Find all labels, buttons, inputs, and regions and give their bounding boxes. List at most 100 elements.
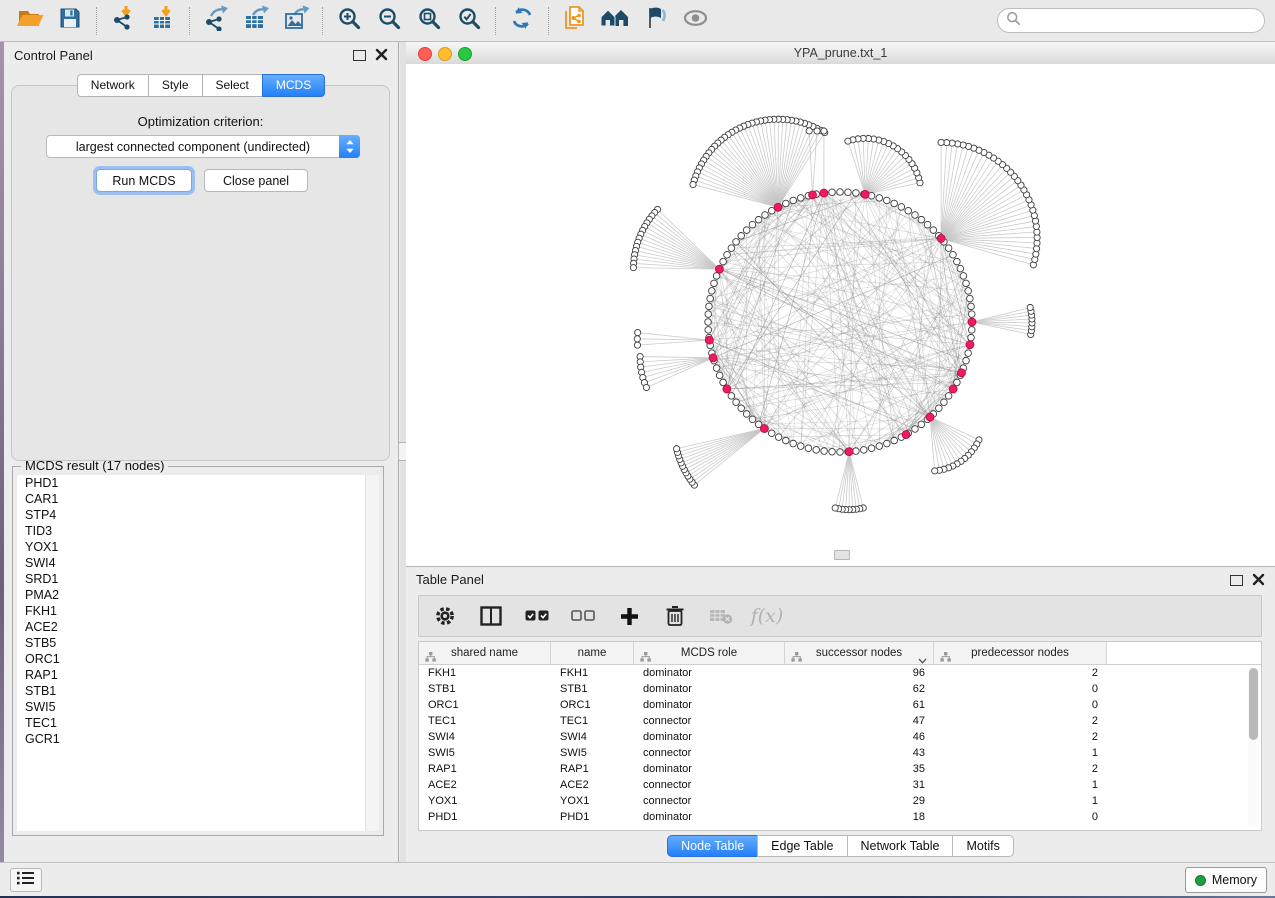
table-scrollbar[interactable] [1248, 666, 1259, 826]
table-scrollbar-thumb[interactable] [1249, 668, 1258, 740]
table-cell: TEC1 [419, 713, 551, 729]
mcds-result-item[interactable]: GCR1 [17, 731, 379, 747]
select-all-icon[interactable] [525, 603, 549, 629]
open-file-button[interactable] [10, 4, 50, 38]
mcds-result-item[interactable]: ACE2 [17, 619, 379, 635]
close-panel-icon[interactable] [1252, 573, 1265, 586]
mcds-result-item[interactable]: RAP1 [17, 667, 379, 683]
run-mcds-button[interactable]: Run MCDS [96, 169, 192, 192]
node-table-header: shared name name MCDS role successor nod… [419, 642, 1261, 665]
network-graph[interactable] [406, 64, 1275, 566]
float-panel-icon[interactable] [1230, 575, 1243, 586]
float-panel-icon[interactable] [353, 50, 366, 61]
tab-node-table[interactable]: Node Table [667, 835, 758, 857]
hide-flag-button[interactable] [635, 4, 675, 38]
zoom-in-button[interactable] [329, 4, 369, 38]
mcds-result-item[interactable]: TEC1 [17, 715, 379, 731]
mcds-result-item[interactable]: SWI4 [17, 555, 379, 571]
toolbar-separator [548, 7, 549, 35]
task-history-button[interactable] [10, 868, 42, 892]
table-row[interactable]: TEC1TEC1connector472 [419, 713, 1261, 729]
table-row[interactable]: FKH1FKH1dominator962 [419, 665, 1261, 681]
mcds-result-item[interactable]: STB1 [17, 683, 379, 699]
table-row[interactable]: PHD1PHD1dominator180 [419, 809, 1261, 825]
search-field[interactable] [997, 8, 1265, 33]
export-table-button[interactable] [236, 4, 276, 38]
memory-button[interactable]: Memory [1185, 867, 1267, 893]
mcds-result-item[interactable]: PMA2 [17, 587, 379, 603]
mcds-result-item[interactable]: YOX1 [17, 539, 379, 555]
column-header-predecessor-nodes[interactable]: predecessor nodes [934, 642, 1107, 664]
table-row[interactable]: ORC1ORC1dominator610 [419, 697, 1261, 713]
table-cell: connector [634, 745, 785, 761]
clone-network-button[interactable] [555, 4, 595, 38]
column-header-shared-name[interactable]: shared name [419, 642, 551, 664]
mcds-result-item[interactable]: PHD1 [17, 475, 379, 491]
table-cell: 43 [785, 745, 934, 761]
mcds-result-item[interactable]: CAR1 [17, 491, 379, 507]
control-panel-tabs: Network Style Select MCDS [4, 74, 398, 97]
mcds-result-item[interactable]: SRD1 [17, 571, 379, 587]
shared-column-icon [425, 648, 436, 670]
table-cell: 29 [785, 793, 934, 809]
tab-edge-table[interactable]: Edge Table [757, 835, 847, 857]
column-header-name[interactable]: name [551, 642, 634, 664]
table-row[interactable]: ACE2ACE2connector311 [419, 777, 1261, 793]
table-cell: 2 [934, 761, 1107, 777]
network-view-window: YPA_prune.txt_1 [406, 42, 1275, 566]
network-canvas[interactable] [406, 64, 1275, 566]
network-overview-button[interactable] [595, 4, 635, 38]
tab-style[interactable]: Style [148, 74, 203, 97]
close-panel-icon[interactable] [375, 48, 388, 61]
tab-motifs[interactable]: Motifs [952, 835, 1013, 857]
export-network-button[interactable] [196, 4, 236, 38]
table-row[interactable]: STB1STB1dominator620 [419, 681, 1261, 697]
table-row[interactable]: YOX1YOX1connector291 [419, 793, 1261, 809]
table-panel-header: Table Panel [406, 567, 1275, 591]
status-bar: Memory [0, 862, 1275, 896]
toolbar-separator [495, 7, 496, 35]
optimization-criterion-select[interactable]: largest connected component (undirected) [46, 135, 360, 158]
import-network-icon [110, 5, 136, 36]
tab-network[interactable]: Network [77, 74, 149, 97]
tab-network-table[interactable]: Network Table [847, 835, 954, 857]
mcds-result-item[interactable]: SWI5 [17, 699, 379, 715]
mcds-result-item[interactable]: STB5 [17, 635, 379, 651]
gear-icon[interactable] [433, 603, 457, 629]
mcds-result-item[interactable]: ORC1 [17, 651, 379, 667]
mcds-result-item[interactable]: TID3 [17, 523, 379, 539]
import-table-button[interactable] [143, 4, 183, 38]
columns-icon[interactable] [479, 603, 503, 629]
column-header-mcds-role[interactable]: MCDS role [634, 642, 785, 664]
close-panel-button[interactable]: Close panel [204, 169, 308, 192]
mcds-result-item[interactable]: STP4 [17, 507, 379, 523]
table-cell: 96 [785, 665, 934, 681]
table-row[interactable]: RAP1RAP1dominator352 [419, 761, 1261, 777]
mcds-list-scrollbar[interactable] [365, 475, 379, 831]
horizontal-splitter-grip[interactable] [834, 550, 850, 560]
save-session-button[interactable] [50, 4, 90, 38]
mcds-result-list[interactable]: PHD1CAR1STP4TID3YOX1SWI4SRD1PMA2FKH1ACE2… [17, 475, 379, 831]
deselect-all-icon[interactable] [571, 603, 595, 629]
search-input[interactable] [1021, 13, 1256, 29]
show-eye-button[interactable] [675, 4, 715, 38]
table-cell: PHD1 [419, 809, 551, 825]
import-network-button[interactable] [103, 4, 143, 38]
export-image-button[interactable] [276, 4, 316, 38]
column-header-successor-nodes[interactable]: successor nodes [785, 642, 934, 664]
table-row[interactable]: SWI5SWI5connector431 [419, 745, 1261, 761]
zoom-selected-button[interactable] [449, 4, 489, 38]
zoom-out-button[interactable] [369, 4, 409, 38]
tab-select[interactable]: Select [202, 74, 263, 97]
zoom-fit-button[interactable] [409, 4, 449, 38]
delete-icon[interactable] [663, 603, 687, 629]
tab-mcds[interactable]: MCDS [262, 74, 325, 97]
table-panel: Table Panel [406, 566, 1275, 862]
table-cell: 1 [934, 777, 1107, 793]
table-row[interactable]: SWI4SWI4dominator462 [419, 729, 1261, 745]
add-icon[interactable] [617, 603, 641, 629]
mcds-result-item[interactable]: FKH1 [17, 603, 379, 619]
table-cell: 1 [934, 745, 1107, 761]
refresh-layout-button[interactable] [502, 4, 542, 38]
table-cell: 18 [785, 809, 934, 825]
